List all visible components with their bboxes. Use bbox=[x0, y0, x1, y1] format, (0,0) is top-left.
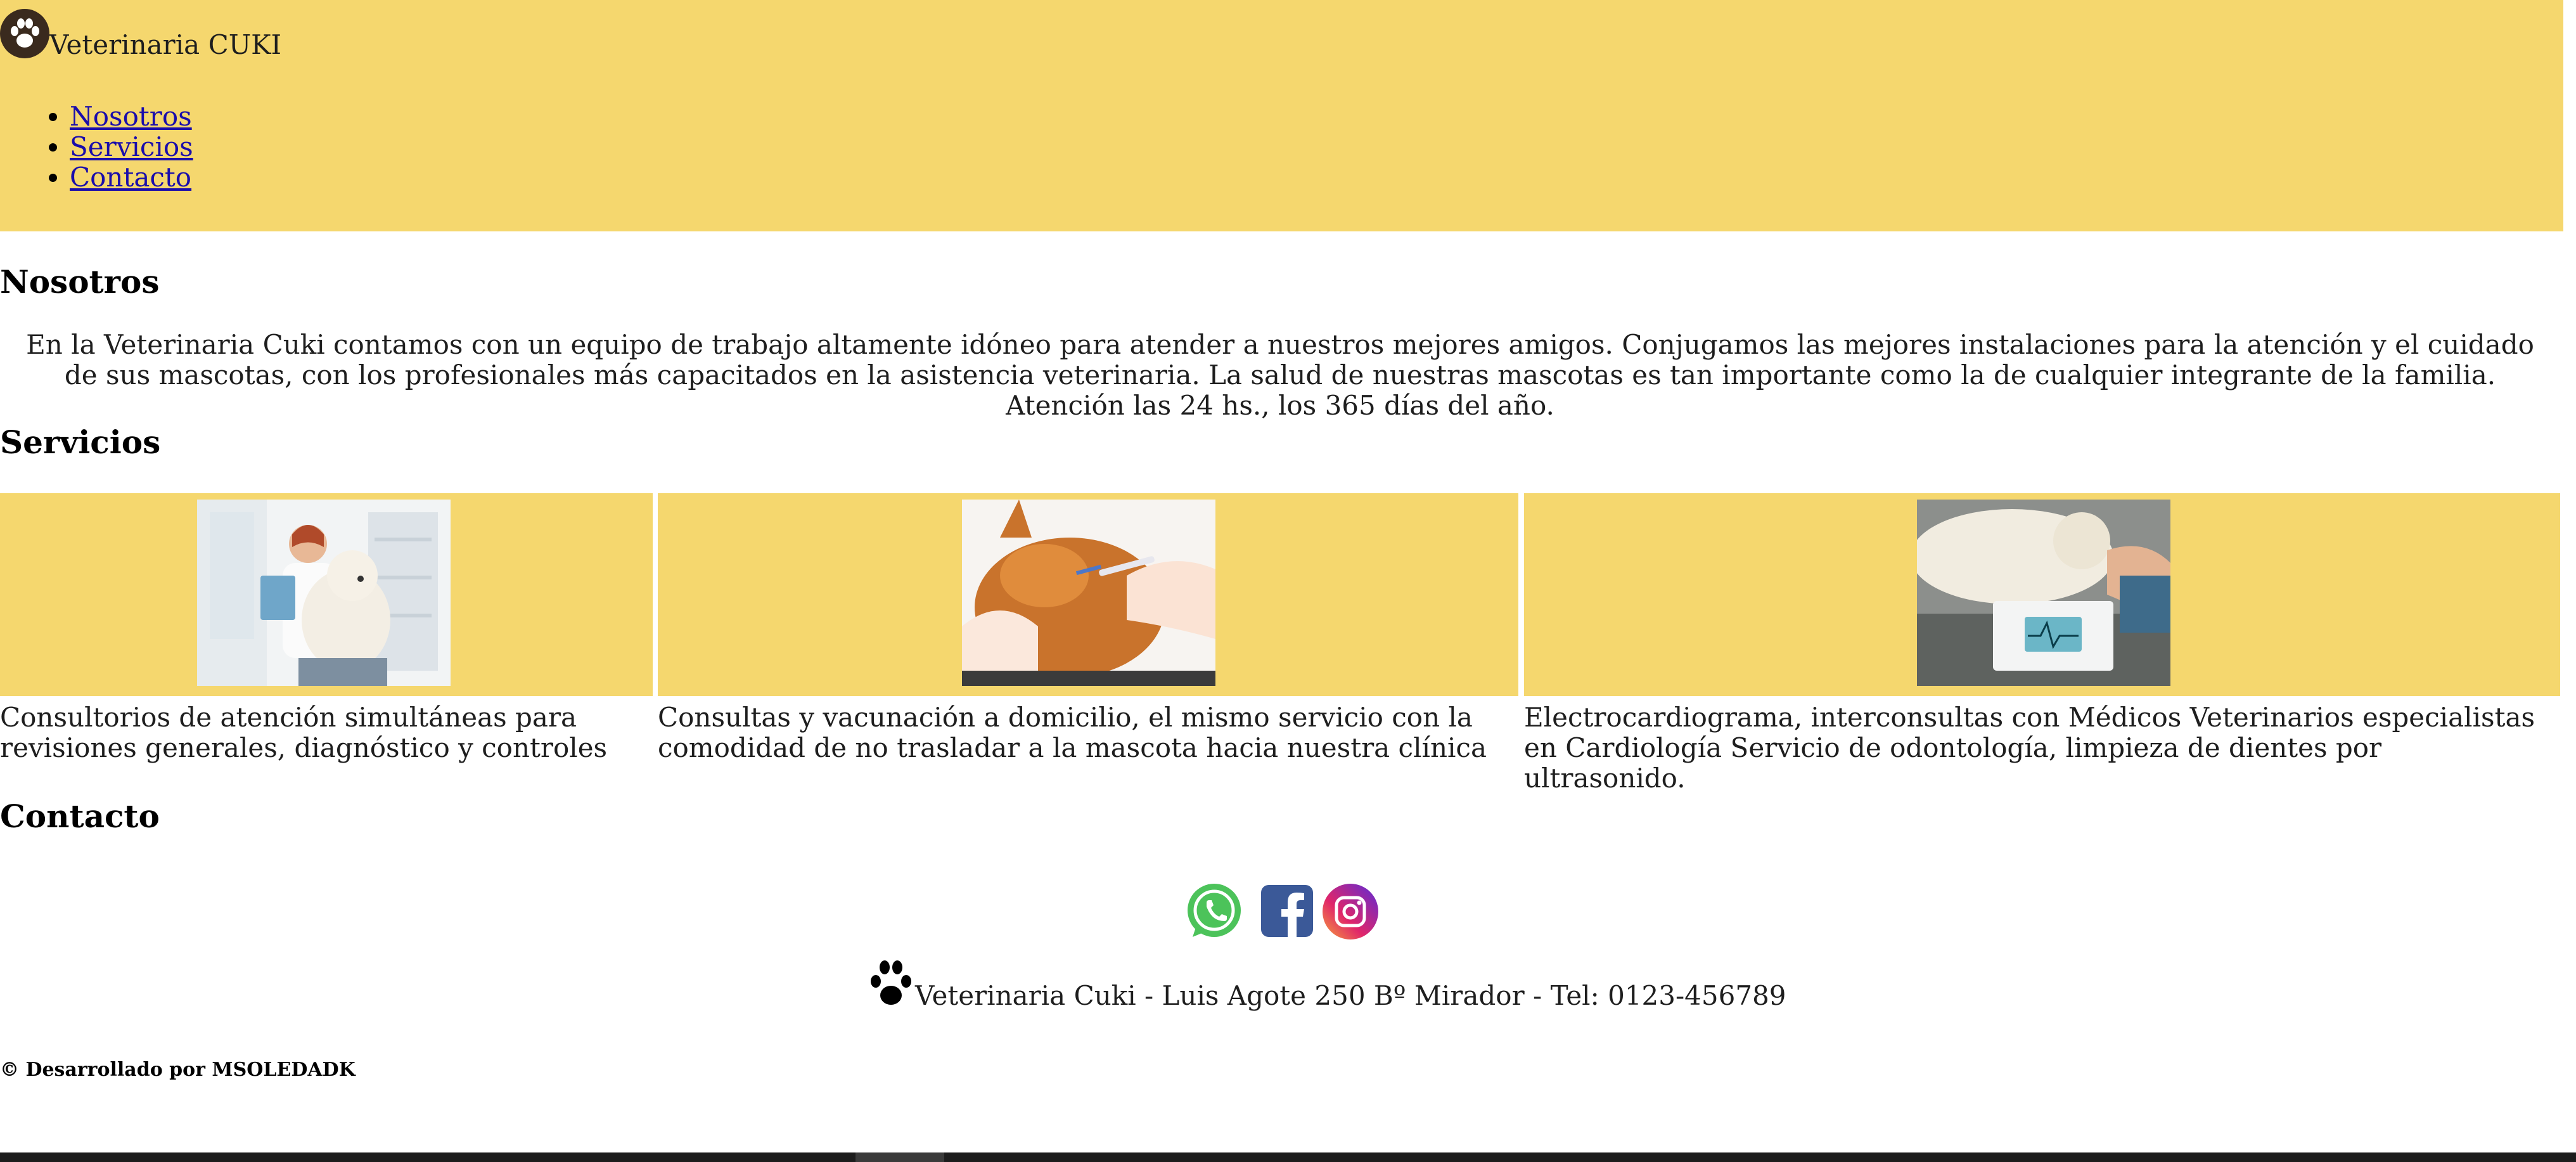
nav-link-contacto[interactable]: Contacto bbox=[70, 162, 191, 193]
nav-item-nosotros: Nosotros bbox=[70, 101, 193, 132]
instagram-icon[interactable] bbox=[1321, 882, 1380, 943]
service-caption: Electrocardiograma, interconsultas con M… bbox=[1524, 702, 2535, 794]
section-title-nosotros: Nosotros bbox=[0, 263, 160, 300]
developer-credits: © Desarrollado por MSOLEDADK bbox=[0, 1059, 356, 1081]
service-photo-cat-vaccine bbox=[962, 500, 1215, 686]
paw-logo-icon bbox=[0, 9, 49, 58]
section-title-servicios: Servicios bbox=[0, 423, 161, 461]
main-nav: Nosotros Servicios Contacto bbox=[0, 101, 193, 193]
services-grid: Consultorios de atención simultáneas par… bbox=[0, 493, 2563, 794]
service-caption: Consultas y vacunación a domicilio, el m… bbox=[658, 702, 1487, 763]
site-header: Veterinaria CUKI Nosotros Servicios Cont… bbox=[0, 0, 2563, 231]
social-icons bbox=[0, 881, 2563, 945]
nav-link-nosotros[interactable]: Nosotros bbox=[70, 101, 192, 132]
footer-address-line: Veterinaria Cuki - Luis Agote 250 Bº Mir… bbox=[867, 957, 1786, 1009]
footer-address: Veterinaria Cuki - Luis Agote 250 Bº Mir… bbox=[915, 980, 1786, 1011]
service-photo-vet-dog bbox=[197, 500, 451, 686]
nav-item-contacto: Contacto bbox=[70, 162, 193, 193]
whatsapp-icon[interactable] bbox=[1184, 881, 1245, 945]
service-caption: Consultorios de atención simultáneas par… bbox=[0, 702, 608, 763]
nav-link-servicios[interactable]: Servicios bbox=[70, 131, 193, 162]
paw-icon bbox=[871, 960, 911, 1005]
brand[interactable]: Veterinaria CUKI bbox=[0, 5, 281, 58]
nav-item-servicios: Servicios bbox=[70, 132, 193, 162]
taskbar-segment[interactable] bbox=[855, 1152, 944, 1162]
about-text: En la Veterinaria Cuki contamos con un e… bbox=[26, 329, 2534, 421]
facebook-icon[interactable] bbox=[1261, 885, 1313, 939]
service-photo-ecg-dog bbox=[1917, 500, 2170, 686]
os-taskbar bbox=[0, 1152, 2576, 1162]
brand-name: Veterinaria CUKI bbox=[49, 29, 282, 60]
section-title-contacto: Contacto bbox=[0, 797, 160, 835]
